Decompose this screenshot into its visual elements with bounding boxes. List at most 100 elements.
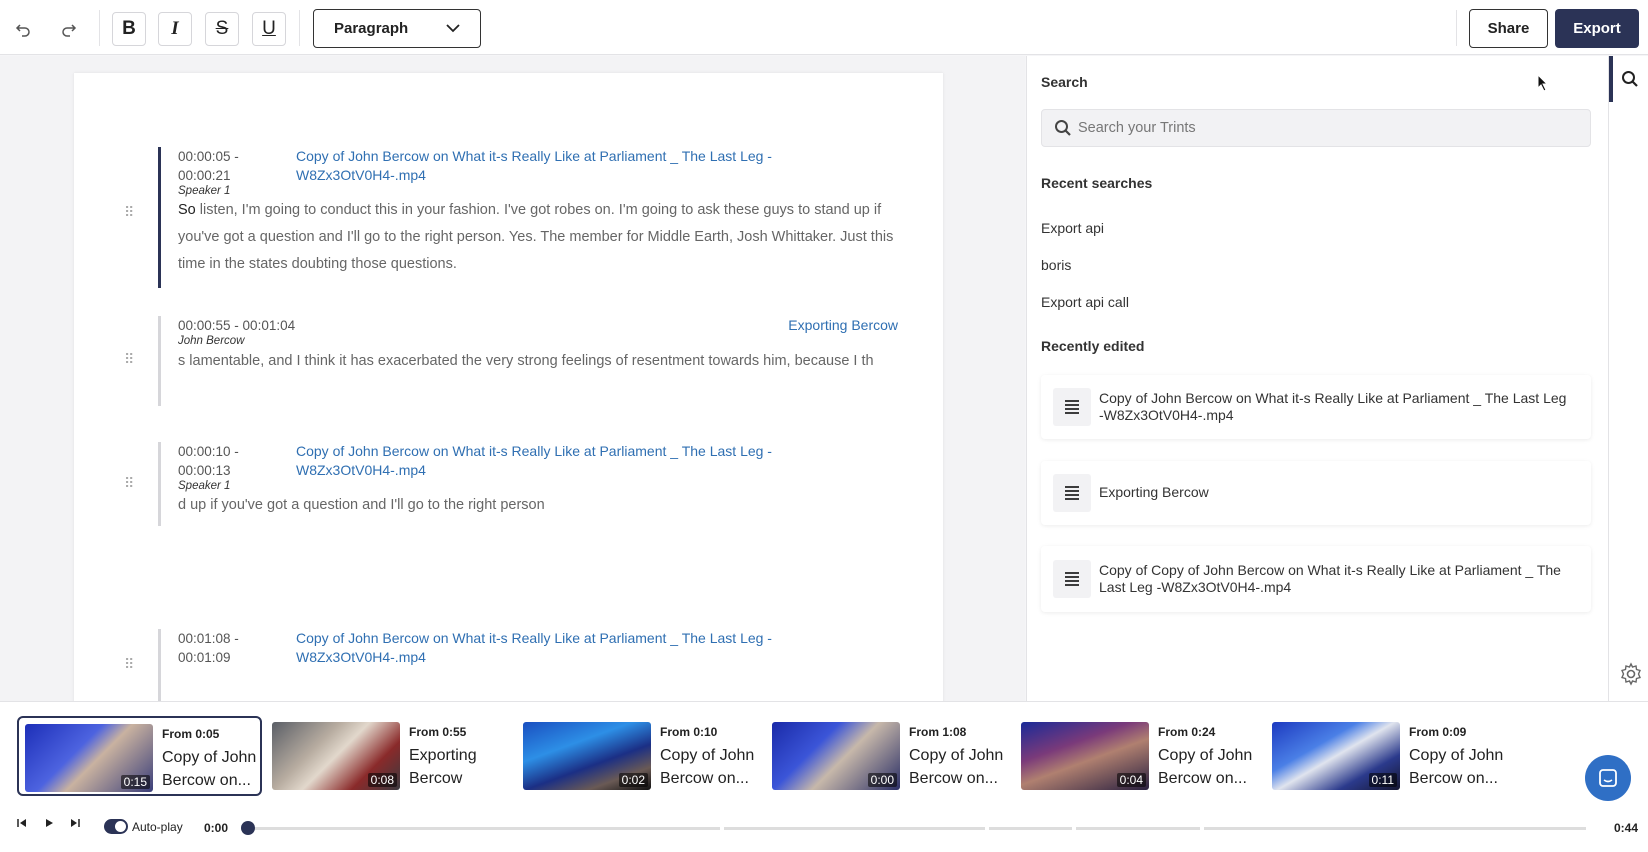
clip-card[interactable]: 0:02 From 0:10 Copy of John Bercow on... — [517, 716, 762, 796]
transcript-block[interactable]: ⠿ 00:00:55 - 00:01:04 John Bercow Export… — [124, 316, 898, 406]
toggle-knob — [115, 821, 126, 832]
clip-thumbnail: 0:15 — [25, 724, 153, 792]
redo-icon[interactable] — [52, 12, 86, 46]
block-text[interactable]: So listen, I'm going to conduct this in … — [178, 197, 898, 278]
share-button[interactable]: Share — [1469, 9, 1548, 48]
block-timestamp[interactable]: 00:00:05 - 00:00:21 — [178, 147, 278, 185]
recent-edited-card[interactable]: Copy of John Bercow on What it-s Really … — [1041, 375, 1591, 439]
block-timestamp[interactable]: 00:01:08 - 00:01:09 — [178, 629, 278, 667]
recently-edited-heading: Recently edited — [1041, 338, 1145, 354]
clip-from: From 0:24 — [1158, 725, 1216, 739]
search-input[interactable] — [1078, 110, 1578, 146]
gear-icon[interactable] — [1619, 662, 1643, 686]
paragraph-select[interactable]: Paragraph — [313, 9, 481, 48]
current-time: 0:00 — [204, 821, 229, 835]
timeline-segment-gap — [985, 827, 989, 830]
clip-card[interactable]: 0:00 From 1:08 Copy of John Bercow on... — [766, 716, 1011, 796]
recent-edited-title: Exporting Bercow — [1099, 484, 1209, 500]
play-icon[interactable] — [44, 818, 54, 831]
block-speaker[interactable]: Speaker 1 — [178, 185, 230, 197]
strikethrough-button[interactable]: S — [205, 12, 239, 46]
chat-launcher-button[interactable] — [1585, 755, 1631, 801]
block-text[interactable]: s lamentable, and I think it has exacerb… — [178, 348, 878, 375]
editor-area: ⠿ 00:00:05 - 00:00:21 Speaker 1 Copy of … — [0, 56, 1025, 701]
block-active-marker — [158, 147, 161, 288]
clip-title: Exporting Bercow — [409, 747, 477, 787]
clip-thumbnail: 0:02 — [523, 722, 651, 790]
total-time: 0:44 — [1614, 821, 1639, 835]
drag-handle-icon[interactable]: ⠿ — [124, 205, 142, 221]
block-speaker[interactable]: Speaker 1 — [178, 480, 230, 492]
clip-thumbnail: 0:00 — [772, 722, 900, 790]
mouse-cursor-icon — [1537, 74, 1549, 92]
search-icon — [1055, 120, 1071, 136]
clip-duration: 0:11 — [1368, 773, 1397, 787]
block-source-link[interactable]: Copy of John Bercow on What it-s Really … — [296, 147, 776, 185]
clip-card[interactable]: 0:15 From 0:05 Copy of John Bercow on... — [17, 716, 262, 796]
clip-title: Copy of John Bercow on... — [1409, 747, 1504, 787]
search-icon[interactable] — [1621, 70, 1639, 88]
drag-handle-icon[interactable]: ⠿ — [124, 657, 142, 673]
recent-search-item[interactable]: Export api call — [1041, 294, 1129, 310]
recent-edited-title: Copy of John Bercow on What it-s Really … — [1099, 390, 1567, 423]
transcript-block[interactable]: ⠿ 00:00:05 - 00:00:21 Speaker 1 Copy of … — [124, 147, 898, 288]
side-rail — [1608, 56, 1648, 701]
document-icon — [1053, 560, 1091, 598]
clip-title: Copy of John Bercow on... — [1158, 747, 1253, 787]
block-marker — [158, 629, 161, 701]
autoplay-label: Auto-play — [132, 820, 183, 834]
clip-from: From 0:55 — [409, 725, 467, 739]
search-box[interactable] — [1041, 109, 1591, 147]
block-source-link[interactable]: Copy of John Bercow on What it-s Really … — [296, 442, 776, 480]
skip-forward-icon[interactable] — [70, 818, 80, 831]
clip-duration: 0:02 — [618, 773, 648, 787]
clip-card[interactable]: 0:04 From 0:24 Copy of John Bercow on... — [1015, 716, 1260, 796]
clip-from: From 0:09 — [1409, 725, 1467, 739]
document-icon — [1053, 474, 1091, 512]
toolbar-divider — [99, 10, 100, 46]
export-button[interactable]: Export — [1555, 9, 1639, 48]
recent-edited-card[interactable]: Exporting Bercow — [1041, 461, 1591, 525]
clip-title: Copy of John Bercow on... — [162, 749, 257, 789]
block-timestamp[interactable]: 00:00:55 - 00:01:04 — [178, 316, 318, 335]
block-speaker[interactable]: John Bercow — [178, 335, 244, 347]
transcript-block[interactable]: ⠿ 00:00:10 - 00:00:13 Speaker 1 Copy of … — [124, 442, 898, 526]
clip-from: From 0:10 — [660, 725, 718, 739]
block-timestamp[interactable]: 00:00:10 - 00:00:13 — [178, 442, 278, 480]
timeline-track[interactable] — [246, 827, 1586, 830]
clip-from: From 0:05 — [162, 727, 220, 741]
block-marker — [158, 316, 161, 406]
block-source-link[interactable]: Exporting Bercow — [788, 316, 898, 335]
drag-handle-icon[interactable]: ⠿ — [124, 352, 142, 368]
underline-button[interactable]: U — [252, 12, 286, 46]
editor-toolbar: B I S U Paragraph Share Export — [0, 0, 1648, 55]
transcript-block[interactable]: ⠿ 00:01:08 - 00:01:09 Copy of John Berco… — [124, 629, 898, 701]
search-panel-title: Search — [1041, 74, 1088, 90]
clip-title: Copy of John Bercow on... — [909, 747, 1004, 787]
recent-search-item[interactable]: Export api — [1041, 220, 1104, 236]
chat-icon — [1599, 769, 1617, 787]
bold-button[interactable]: B — [112, 12, 146, 46]
block-source-link[interactable]: Copy of John Bercow on What it-s Really … — [296, 629, 776, 667]
recent-search-item[interactable]: boris — [1041, 257, 1071, 273]
italic-button[interactable]: I — [158, 12, 192, 46]
block-text-body: listen, I'm going to conduct this in you… — [178, 202, 894, 272]
clip-thumbnail: 0:08 — [272, 722, 400, 790]
block-text[interactable]: d up if you've got a question and I'll g… — [178, 492, 898, 519]
clip-card[interactable]: 0:11 From 0:09 Copy of John Bercow on... — [1266, 716, 1511, 796]
skip-back-icon[interactable] — [17, 818, 27, 831]
undo-icon[interactable] — [6, 12, 40, 46]
clip-duration: 0:04 — [1116, 773, 1146, 787]
clip-duration: 0:15 — [120, 775, 150, 789]
clip-card[interactable]: 0:08 From 0:55 Exporting Bercow — [266, 716, 511, 796]
paragraph-select-value: Paragraph — [334, 20, 409, 37]
drag-handle-icon[interactable]: ⠿ — [124, 476, 142, 492]
block-text-highlight: So — [178, 202, 196, 218]
block-marker — [158, 442, 161, 526]
clip-duration: 0:00 — [867, 773, 897, 787]
recent-edited-card[interactable]: Copy of Copy of John Bercow on What it-s… — [1041, 546, 1591, 612]
timeline-scrubber[interactable] — [241, 821, 255, 835]
clip-title: Copy of John Bercow on... — [660, 747, 755, 787]
transcript-document[interactable]: ⠿ 00:00:05 - 00:00:21 Speaker 1 Copy of … — [74, 73, 943, 701]
autoplay-toggle[interactable] — [104, 819, 128, 834]
